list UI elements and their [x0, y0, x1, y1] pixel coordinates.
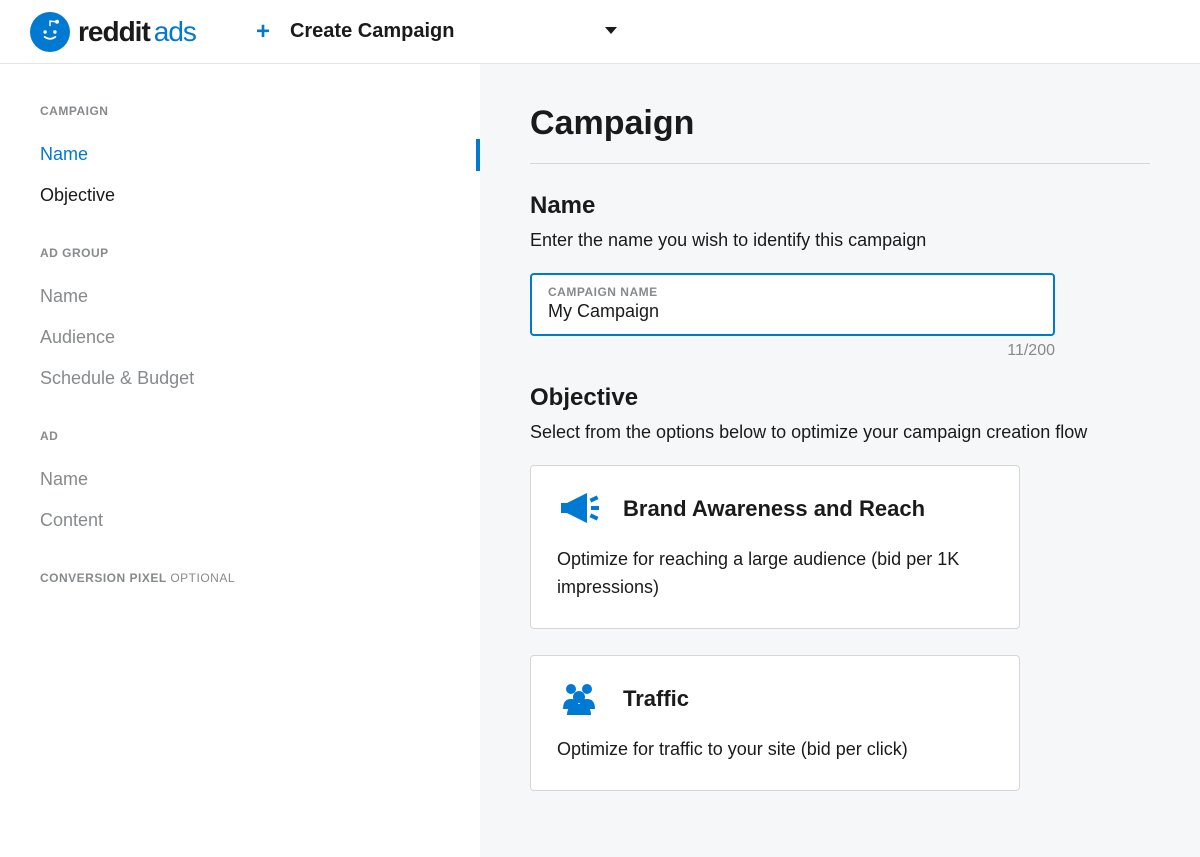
option-desc: Optimize for reaching a large audience (…: [557, 546, 993, 602]
reddit-logo-icon: [30, 12, 70, 52]
divider: [530, 163, 1150, 164]
sidebar-item-label: Content: [40, 510, 103, 530]
plus-icon: +: [256, 18, 270, 46]
main-container: CAMPAIGN Name Objective AD GROUP Name Au…: [0, 64, 1200, 857]
logo-text-ads: ads: [154, 16, 196, 47]
logo-text-reddit: reddit: [78, 16, 150, 47]
sidebar-item-label: Name: [40, 286, 88, 306]
sidebar-item-ad-name[interactable]: Name: [40, 459, 440, 500]
create-campaign-dropdown[interactable]: + Create Campaign: [256, 18, 619, 46]
sidebar-item-label: Objective: [40, 185, 115, 205]
chevron-down-icon: [604, 23, 618, 41]
option-title: Brand Awareness and Reach: [623, 496, 925, 522]
char-count: 11/200: [530, 342, 1055, 360]
sidebar-item-campaign-name[interactable]: Name: [40, 134, 440, 175]
objective-section-desc: Select from the options below to optimiz…: [530, 422, 1150, 443]
sidebar-heading-text: CONVERSION PIXEL: [40, 571, 166, 585]
sidebar-heading-campaign: CAMPAIGN: [40, 104, 440, 118]
logo[interactable]: redditads: [30, 12, 196, 52]
active-indicator: [476, 139, 480, 171]
sidebar-item-label: Name: [40, 144, 88, 164]
campaign-name-input-wrapper[interactable]: CAMPAIGN NAME: [530, 273, 1055, 336]
sidebar-item-adgroup-audience[interactable]: Audience: [40, 317, 440, 358]
sidebar-heading-adgroup: AD GROUP: [40, 246, 440, 260]
page-title: Campaign: [530, 104, 1150, 143]
people-icon: [557, 678, 605, 720]
top-header: redditads + Create Campaign: [0, 0, 1200, 64]
sidebar-heading-ad: AD: [40, 429, 440, 443]
sidebar-item-label: Schedule & Budget: [40, 368, 194, 388]
megaphone-icon: [557, 488, 605, 530]
create-campaign-label: Create Campaign: [290, 20, 455, 43]
sidebar-item-adgroup-schedule[interactable]: Schedule & Budget: [40, 358, 440, 399]
sidebar-item-label: Name: [40, 469, 88, 489]
option-header: Traffic: [557, 678, 993, 720]
logo-text: redditads: [78, 16, 196, 48]
objective-option-traffic[interactable]: Traffic Optimize for traffic to your sit…: [530, 655, 1020, 791]
sidebar-heading-optional: OPTIONAL: [170, 571, 235, 585]
sidebar-item-campaign-objective[interactable]: Objective: [40, 175, 440, 216]
campaign-name-label: CAMPAIGN NAME: [548, 285, 1037, 299]
name-section-desc: Enter the name you wish to identify this…: [530, 230, 1150, 251]
option-header: Brand Awareness and Reach: [557, 488, 993, 530]
sidebar-item-ad-content[interactable]: Content: [40, 500, 440, 541]
option-title: Traffic: [623, 686, 689, 712]
content-area: Campaign Name Enter the name you wish to…: [480, 64, 1200, 857]
option-desc: Optimize for traffic to your site (bid p…: [557, 736, 993, 764]
objective-option-brand-awareness[interactable]: Brand Awareness and Reach Optimize for r…: [530, 465, 1020, 629]
sidebar-item-label: Audience: [40, 327, 115, 347]
sidebar-heading-conversion: CONVERSION PIXEL OPTIONAL: [40, 571, 440, 585]
objective-section-title: Objective: [530, 384, 1150, 412]
sidebar-item-adgroup-name[interactable]: Name: [40, 276, 440, 317]
sidebar: CAMPAIGN Name Objective AD GROUP Name Au…: [0, 64, 480, 857]
name-section-title: Name: [530, 192, 1150, 220]
campaign-name-input[interactable]: [548, 301, 1037, 322]
